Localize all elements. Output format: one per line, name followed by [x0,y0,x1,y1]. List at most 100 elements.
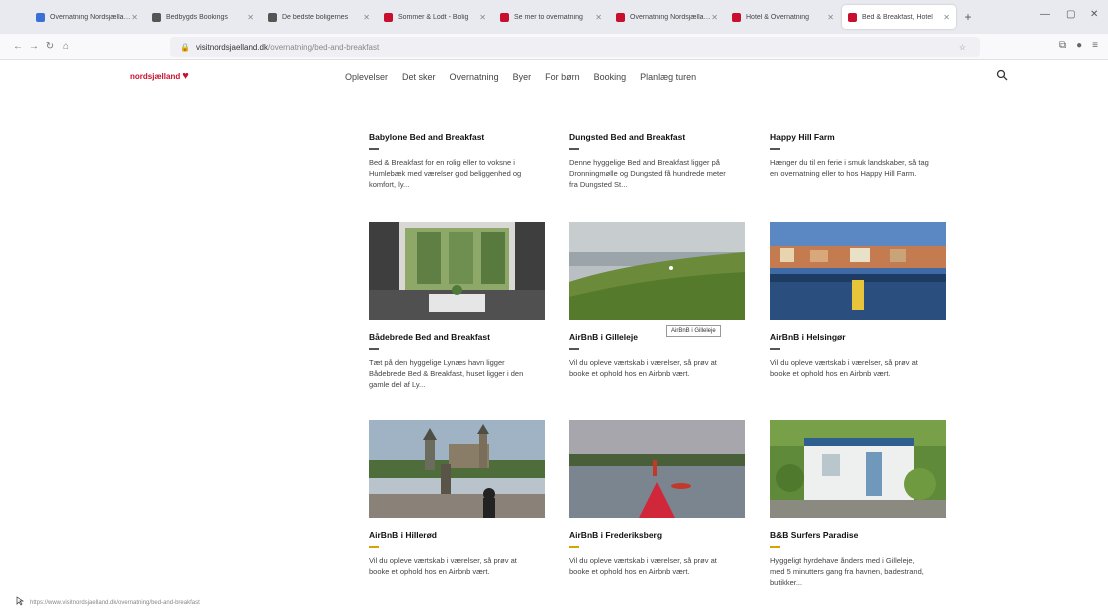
url-path: /overnatning/bed-and-breakfast [268,42,380,52]
tab-bar: Overnatning Nordsjælland ✕ Bedbygds Bookin… [0,0,1108,34]
listing-description: Tæt på den hyggelige Lynæs havn ligger B… [369,357,524,389]
browser-tab[interactable]: De bedste boligernes ✕ [262,5,376,29]
tab-label: Overnatning Nordsjælland [630,13,712,21]
nav-item[interactable]: Oplevelser [345,72,388,82]
listing-image[interactable] [369,222,545,320]
menu-icon[interactable]: ≡ [1092,40,1098,51]
listing-image[interactable] [770,420,946,518]
tab-favicon [500,12,509,22]
tab-favicon [384,12,393,22]
listing-card[interactable]: Happy Hill Farm Hænger du til en ferie i … [770,96,946,179]
tab-label: Bedbygds Bookings [166,13,228,21]
listing-image[interactable] [770,222,946,320]
tab-favicon [268,12,277,22]
browser-tab[interactable]: Bedbygds Bookings ✕ [146,5,260,29]
tab-close-icon[interactable]: ✕ [479,13,486,22]
tab-close-icon[interactable]: ✕ [131,13,138,22]
listing-title[interactable]: AirBnB i Frederiksberg [569,530,745,540]
maximize-icon[interactable]: ▢ [1066,9,1075,20]
site-logo[interactable]: nordsjælland ♥ [130,70,189,82]
listing-description: Denne hyggelige Bed and Breakfast ligger… [569,157,726,189]
forward-icon[interactable]: → [26,41,42,52]
listing-card[interactable]: AirBnB i Frederiksberg Vil du opleve vært… [569,420,745,577]
tab-close-icon[interactable]: ✕ [363,13,370,22]
nav-item[interactable]: Byer [513,72,532,82]
listing-image[interactable] [369,96,545,120]
listing-description: Vil du opleve værtskab i værelser, så pr… [569,555,717,576]
close-window-icon[interactable]: ✕ [1090,9,1098,20]
heart-icon: ♥ [182,70,189,82]
search-icon[interactable] [996,69,1008,81]
listing-image[interactable] [569,96,745,120]
listing-card[interactable]: Dungsted Bed and Breakfast Denne hyggelig… [569,96,745,190]
listing-title[interactable]: Babylone Bed and Breakfast [369,132,545,142]
listing-card[interactable]: B&B Surfers Paradise Hyggeligt hyrdehave … [770,420,946,588]
listing-image[interactable] [569,420,745,518]
listing-title[interactable]: Dungsted Bed and Breakfast [569,132,745,142]
bookmark-star-icon[interactable]: ☆ [959,43,966,52]
listing-title[interactable]: Bådebrede Bed and Breakfast [369,332,545,342]
lock-icon: 🔒 [180,42,190,52]
browser-tab[interactable]: Se mer to overnatning ✕ [494,5,608,29]
listing-description: Vil du opleve værtskab i værelser, så pr… [770,357,918,378]
listing-title[interactable]: AirBnB i Helsingør [770,332,946,342]
title-divider [770,148,780,150]
listing-description: Hænger du til en ferie i smuk landskaber… [770,157,929,178]
listing-image[interactable] [770,96,946,120]
minimize-icon[interactable]: — [1040,9,1050,20]
listing-card[interactable]: AirBnB i Hillerød Vil du opleve værtskab … [369,420,545,577]
listing-description: Bed & Breakfast for en rolig eller to vo… [369,157,522,189]
listing-card[interactable]: AirBnB i Helsingør Vil du opleve værtskab… [770,222,946,379]
tab-favicon [848,12,857,22]
listing-description: Vil du opleve værtskab i værelser, så pr… [369,555,517,576]
account-icon[interactable]: ● [1076,40,1082,51]
listing-card[interactable]: Babylone Bed and Breakfast Bed & Breakfas… [369,96,545,190]
tab-label: Se mer to overnatning [514,13,583,21]
tab-label: De bedste boligernes [282,13,349,21]
title-divider [770,348,780,350]
tab-close-icon[interactable]: ✕ [711,13,718,22]
tab-label: Bed & Breakfast, Hotel [862,13,933,21]
home-icon[interactable]: ⌂ [58,41,74,52]
tab-close-icon[interactable]: ✕ [595,13,602,22]
tab-label: Sommer & Lodt - Bolig [398,13,469,21]
back-icon[interactable]: ← [10,41,26,52]
listing-image[interactable] [369,420,545,518]
title-divider [369,148,379,150]
nav-item[interactable]: Det sker [402,72,436,82]
cursor-icon [16,596,25,606]
browser-tab[interactable]: Sommer & Lodt - Bolig ✕ [378,5,492,29]
listing-description: Vil du opleve værtskab i værelser, så pr… [569,357,717,378]
nav-item[interactable]: Booking [594,72,627,82]
browser-tab[interactable]: Hotel & Overnatning ✕ [726,5,840,29]
browser-toolbar: ← → ↻ ⌂ 🔒 visitnordsjaelland.dk /overnat… [0,34,1108,60]
link-tooltip: AirBnB i Gilleleje [666,325,721,337]
reload-icon[interactable]: ↻ [42,41,58,52]
new-tab-icon[interactable]: + [958,10,978,24]
listing-card[interactable]: Bådebrede Bed and Breakfast Tæt på den hy… [369,222,545,390]
title-divider [569,546,579,548]
tab-favicon [36,12,45,22]
tab-close-icon[interactable]: ✕ [247,13,254,22]
browser-tab[interactable]: Overnatning Nordsjælland ✕ [610,5,724,29]
browser-tab[interactable]: Overnatning Nordsjælland ✕ [30,5,144,29]
browser-tab[interactable]: Bed & Breakfast, Hotel ✕ [842,5,956,29]
listing-title[interactable]: B&B Surfers Paradise [770,530,946,540]
site-header: nordsjælland ♥ Oplevelser Det sker Overnat… [0,60,1108,96]
listing-title[interactable]: Happy Hill Farm [770,132,946,142]
listing-card[interactable]: AirBnB i Gilleleje Vil du opleve værtskab… [569,222,745,379]
url-bar[interactable]: 🔒 visitnordsjaelland.dk /overnatning/bed… [170,37,980,57]
extensions-icon[interactable]: ⧉ [1059,40,1066,51]
listing-image[interactable] [569,222,745,320]
logo-text: nordsjælland [130,71,181,81]
listing-title[interactable]: AirBnB i Hillerød [369,530,545,540]
title-divider [369,348,379,350]
nav-item[interactable]: For børn [545,72,580,82]
nav-item[interactable]: Overnatning [450,72,499,82]
url-host: visitnordsjaelland.dk [195,42,269,52]
nav-item[interactable]: Planlæg turen [640,72,696,82]
tab-close-icon[interactable]: ✕ [827,13,834,22]
main-nav: Oplevelser Det sker Overnatning Byer For bør… [345,72,696,82]
tab-close-icon[interactable]: ✕ [943,13,950,22]
status-url: https://www.visitnordsjaelland.dk/overna… [30,600,200,606]
